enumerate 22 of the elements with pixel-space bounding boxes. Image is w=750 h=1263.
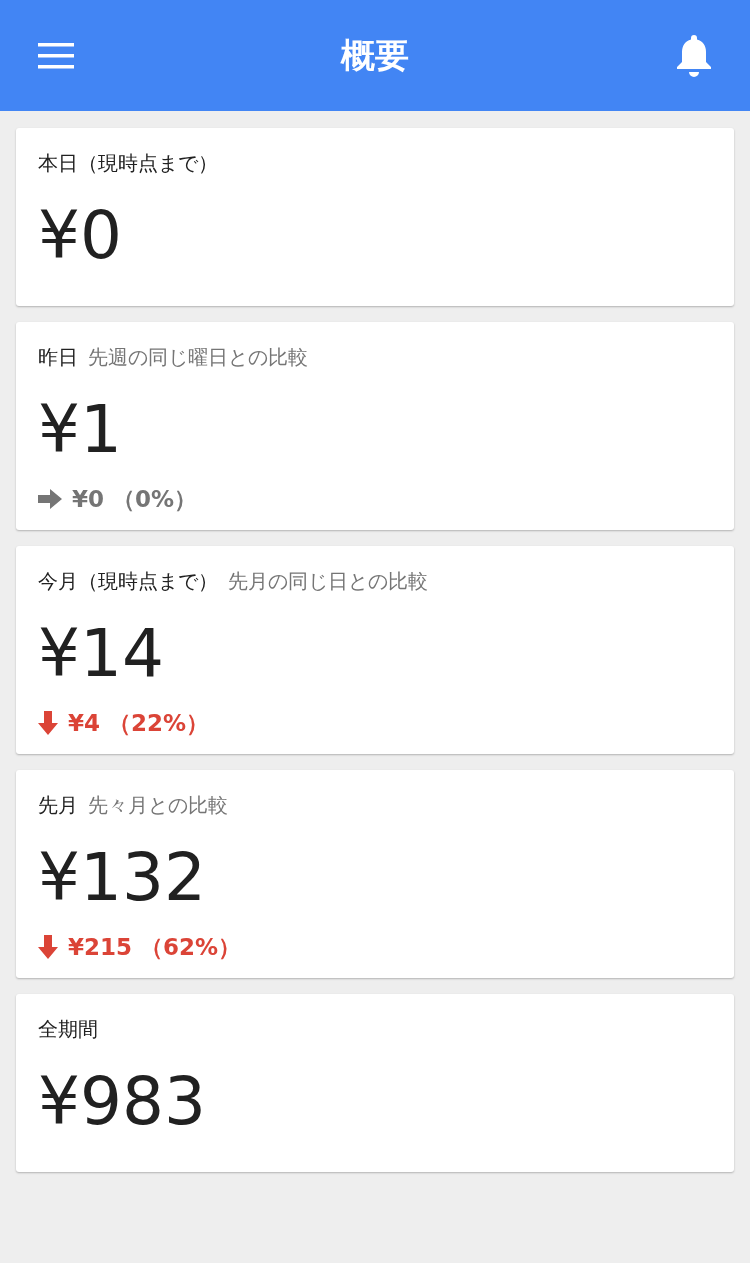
period-label: 本日（現時点まで） [38, 150, 218, 177]
menu-icon[interactable] [38, 42, 74, 69]
period-label: 先月 [38, 792, 78, 819]
change-amount: ¥215 （62%） [68, 932, 242, 962]
amount: ¥1 [38, 390, 122, 470]
change-amount: ¥0 （0%） [72, 484, 198, 514]
comparison-label: 先週の同じ曜日との比較 [88, 344, 308, 371]
comparison-label: 先月の同じ日との比較 [228, 568, 428, 595]
down-arrow-icon [38, 711, 58, 735]
period-label: 昨日 [38, 344, 78, 371]
period-label: 今月（現時点まで） [38, 568, 218, 595]
page-title: 概要 [341, 34, 409, 77]
period-label: 全期間 [38, 1016, 98, 1043]
down-arrow-icon [38, 935, 58, 959]
amount: ¥14 [38, 614, 164, 694]
comparison-label: 先々月との比較 [88, 792, 228, 819]
amount: ¥983 [38, 1062, 206, 1142]
amount: ¥0 [38, 196, 122, 276]
bell-icon[interactable] [676, 34, 712, 77]
amount: ¥132 [38, 838, 206, 918]
change-amount: ¥4 （22%） [68, 708, 210, 738]
right-arrow-icon [38, 489, 62, 509]
